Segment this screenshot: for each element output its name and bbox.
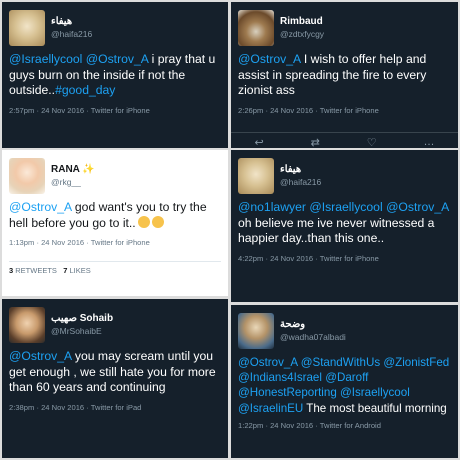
display-name[interactable]: هيفاء <box>51 15 92 28</box>
tweet-text-segment: The most beautiful morning <box>303 401 447 415</box>
tweet-card-3: RANA ✨ @rkg__ @Ostrov_A god want's you t… <box>2 150 228 296</box>
tweet-text: @Ostrov_A @StandWithUs @ZionistFed @Indi… <box>238 355 451 416</box>
mention-link[interactable]: @Ostrov_A <box>9 349 72 363</box>
tweet-card-1: هيفاء @haifa216 @Israellycool @Ostrov_A … <box>2 2 228 148</box>
tweet-timestamp[interactable]: 1:13pm · 24 Nov 2016 · Twitter for iPhon… <box>9 238 221 247</box>
mention-link[interactable]: @Israellycool <box>340 386 410 399</box>
likes-label[interactable]: LIKES <box>69 266 90 275</box>
tweet-card-5: صهيب Sohaib @MrSohaibE @Ostrov_A you may… <box>2 299 228 458</box>
tweet-timestamp[interactable]: 1:22pm · 24 Nov 2016 · Twitter for Andro… <box>238 421 451 430</box>
like-icon[interactable]: ♡ <box>367 136 377 148</box>
divider <box>231 132 458 133</box>
tweet-timestamp[interactable]: 2:26pm · 24 Nov 2016 · Twitter for iPhon… <box>238 106 451 115</box>
tweet-text: @no1lawyer @Israellycool @Ostrov_A oh be… <box>238 200 451 247</box>
user-handle[interactable]: @haifa216 <box>51 28 92 41</box>
mention-link[interactable]: @ZionistFed <box>383 356 449 369</box>
mention-link[interactable]: @HonestReporting <box>238 386 337 399</box>
mention-link[interactable]: @StandWithUs <box>301 356 380 369</box>
tweet-timestamp[interactable]: 4:22pm · 24 Nov 2016 · Twitter for iPhon… <box>238 254 451 263</box>
avatar[interactable] <box>238 313 274 349</box>
user-handle[interactable]: @MrSohaibE <box>51 325 113 338</box>
mention-link[interactable]: @IsraelinEU <box>238 402 303 415</box>
tweet-card-6: وضحة @wadha07albadi @Ostrov_A @StandWith… <box>231 305 458 458</box>
tweet-actions: ↩ ⇄ ♡ … <box>231 136 458 148</box>
smirk-emoji-icon <box>137 215 150 228</box>
display-name[interactable]: هيفاء <box>280 163 321 176</box>
reply-icon[interactable]: ↩ <box>254 136 263 148</box>
mention-link[interactable]: @Israellycool <box>9 52 82 66</box>
mention-link[interactable]: @Ostrov_A <box>238 52 301 66</box>
user-handle[interactable]: @wadha07albadi <box>280 331 346 344</box>
avatar[interactable] <box>9 158 45 194</box>
tweet-timestamp[interactable]: 2:38pm · 24 Nov 2016 · Twitter for iPad <box>9 403 221 412</box>
avatar[interactable] <box>238 158 274 194</box>
user-handle[interactable]: @zdtxfycgy <box>280 28 324 41</box>
tweet-text: @Ostrov_A you may scream until you get e… <box>9 349 221 396</box>
tweet-text: @Israellycool @Ostrov_A i pray that u gu… <box>9 52 221 99</box>
retweet-count[interactable]: 3 <box>9 266 13 275</box>
user-handle[interactable]: @rkg__ <box>51 176 95 189</box>
hashtag-link[interactable]: #good_day <box>55 83 115 97</box>
retweet-icon[interactable]: ⇄ <box>311 136 320 148</box>
user-handle[interactable]: @haifa216 <box>280 176 321 189</box>
avatar[interactable] <box>238 10 274 46</box>
avatar[interactable] <box>9 307 45 343</box>
tweet-text: @Ostrov_A god want's you to try the hell… <box>9 200 221 231</box>
tweet-text-segment: oh believe me ive never witnessed a happ… <box>238 215 435 246</box>
mention-link[interactable]: @Ostrov_A <box>238 356 297 369</box>
display-name[interactable]: Rimbaud <box>280 15 324 28</box>
tweet-timestamp[interactable]: 2:57pm · 24 Nov 2016 · Twitter for iPhon… <box>9 106 221 115</box>
display-name[interactable]: وضحة <box>280 318 346 331</box>
mention-link[interactable]: @Ostrov_A <box>386 200 449 214</box>
mention-link[interactable]: @Israellycool <box>309 200 382 214</box>
tweet-card-4: هيفاء @haifa216 @no1lawyer @Israellycool… <box>231 150 458 302</box>
mention-link[interactable]: @Daroff <box>325 371 368 384</box>
tweet-text: @Ostrov_A I wish to offer help and assis… <box>238 52 451 99</box>
tweet-card-2: Rimbaud @zdtxfycgy @Ostrov_A I wish to o… <box>231 2 458 148</box>
mention-link[interactable]: @Ostrov_A <box>9 200 72 214</box>
tweet-stats: 3 RETWEETS 7 LIKES <box>9 261 221 275</box>
mention-link[interactable]: @no1lawyer <box>238 200 306 214</box>
avatar[interactable] <box>9 10 45 46</box>
retweets-label[interactable]: RETWEETS <box>15 266 57 275</box>
display-name[interactable]: RANA ✨ <box>51 163 95 176</box>
mention-link[interactable]: @Ostrov_A <box>86 52 149 66</box>
like-count[interactable]: 7 <box>63 266 67 275</box>
mention-link[interactable]: @Indians4Israel <box>238 371 322 384</box>
more-icon[interactable]: … <box>424 136 435 148</box>
tears-of-joy-emoji-icon <box>151 215 164 228</box>
display-name[interactable]: صهيب Sohaib <box>51 312 113 325</box>
